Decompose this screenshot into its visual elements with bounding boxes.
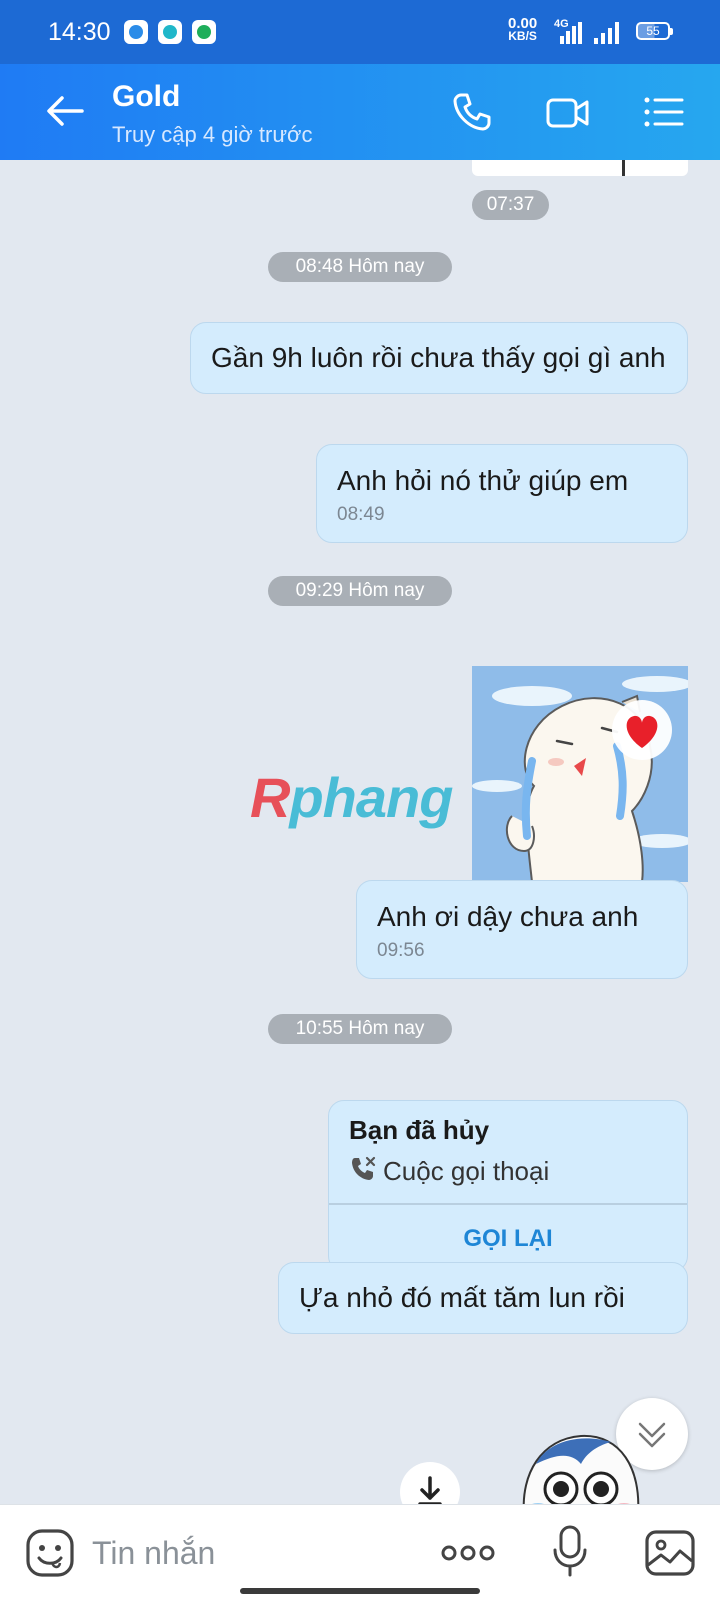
call-log-card[interactable]: Bạn đã hủy Cuộc gọi thoại GỌI LẠI [328,1100,688,1272]
message-time: 08:49 [337,504,385,525]
cat-sticker[interactable] [472,666,688,882]
signal-icon-2 [592,22,622,44]
phone-icon[interactable] [448,88,496,136]
call-status: Bạn đã hủy [349,1115,490,1145]
mic-icon[interactable] [550,1523,590,1579]
date-separator: 09:29 Hôm nay [268,576,452,606]
contact-status: Truy cập 4 giờ trước [112,122,313,147]
menu-icon[interactable] [640,88,688,136]
signal-icon [556,22,582,44]
sent-message[interactable]: Anh hỏi nó thử giúp em 08:49 [316,444,688,543]
contact-name[interactable]: Gold [112,80,180,114]
network-speed: 0.00 KB/S [508,16,537,43]
sticker-message[interactable] [472,160,688,176]
battery-icon: 55 [636,22,673,40]
crying-sticker[interactable] [516,1424,646,1504]
blue-app-icon [124,20,148,44]
message-time: 07:37 [472,190,549,220]
download-icon[interactable] [400,1462,460,1504]
image-icon[interactable] [644,1527,696,1579]
call-type-row: Cuộc gọi thoại [349,1155,549,1191]
watermark-rest: phang [289,766,453,829]
watermark-first: R [250,766,290,829]
message-text: Anh ơi dậy chưa anh [377,901,639,932]
date-separator: 08:48 Hôm nay [268,252,452,282]
emoji-icon[interactable] [24,1527,76,1579]
chat-app-icon [158,20,182,44]
sent-message[interactable]: Anh ơi dậy chưa anh 09:56 [356,880,688,979]
message-input-bar [0,1504,720,1600]
message-time: 09:56 [377,940,425,961]
message-text: Anh hỏi nó thử giúp em [337,465,629,496]
chat-header: Gold Truy cập 4 giờ trước [0,64,720,160]
shield-app-icon [192,20,216,44]
call-type: Cuộc gọi thoại [383,1156,550,1186]
sent-message[interactable]: Gần 9h luôn rồi chưa thấy gọi gì anh [190,322,688,394]
more-icon[interactable] [440,1535,496,1571]
back-arrow-icon[interactable] [40,86,90,136]
missed-call-icon [352,1156,376,1180]
sent-message[interactable]: Ựa nhỏ đó mất tăm lun rồi [278,1262,688,1334]
message-text: Ựa nhỏ đó mất tăm lun rồi [299,1282,625,1313]
message-text: Gần 9h luôn rồi chưa thấy gọi gì anh [211,342,666,373]
watermark-logo: Rphang [250,765,453,830]
home-indicator[interactable] [240,1588,480,1594]
status-time: 14:30 [48,18,111,46]
status-bar: 14:30 0.00 KB/S 4G 55 [0,0,720,64]
video-icon[interactable] [544,88,592,136]
date-separator: 10:55 Hôm nay [268,1014,452,1044]
chat-area[interactable]: 07:37 08:48 Hôm nay Gần 9h luôn rồi chưa… [0,160,720,1504]
network-speed-unit: KB/S [508,29,537,43]
message-input[interactable] [92,1529,392,1577]
